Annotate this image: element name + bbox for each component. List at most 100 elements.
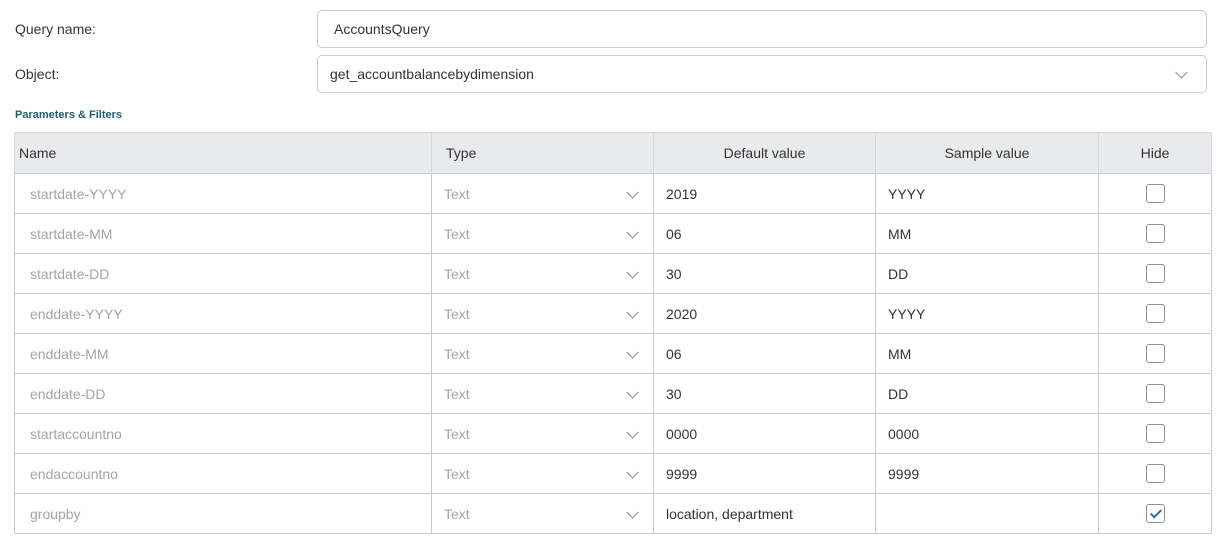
hide-cell bbox=[1098, 413, 1212, 454]
param-name-cell[interactable]: groupby bbox=[14, 493, 432, 534]
default-value-input[interactable]: 9999 bbox=[653, 453, 876, 494]
object-select[interactable]: get_accountbalancebydimension bbox=[317, 55, 1207, 93]
param-name-cell[interactable]: enddate-YYYY bbox=[14, 293, 432, 334]
param-name-cell[interactable]: enddate-MM bbox=[14, 333, 432, 374]
hide-checkbox[interactable] bbox=[1145, 224, 1165, 243]
default-value-input[interactable]: 30 bbox=[653, 373, 876, 414]
column-header-name: Name bbox=[14, 132, 432, 174]
param-name: startaccountno bbox=[30, 425, 122, 442]
sample-value: DD bbox=[888, 265, 909, 282]
object-select-value: get_accountbalancebydimension bbox=[330, 66, 534, 82]
param-name: startdate-MM bbox=[30, 225, 113, 242]
param-name: groupby bbox=[30, 505, 81, 522]
chevron-down-icon[interactable] bbox=[626, 265, 639, 279]
hide-checkbox[interactable] bbox=[1145, 504, 1165, 523]
column-header-hide: Hide bbox=[1098, 132, 1212, 174]
param-name: enddate-YYYY bbox=[30, 305, 123, 322]
chevron-down-icon[interactable] bbox=[626, 505, 639, 519]
param-type-value: Text bbox=[444, 465, 470, 482]
sample-value: DD bbox=[888, 385, 909, 402]
hide-cell bbox=[1098, 333, 1212, 374]
param-name-cell[interactable]: startdate-DD bbox=[14, 253, 432, 294]
param-type-select[interactable]: Text bbox=[431, 413, 654, 454]
param-type-value: Text bbox=[444, 225, 470, 242]
default-value-input[interactable]: 30 bbox=[653, 253, 876, 294]
param-type-select[interactable]: Text bbox=[431, 493, 654, 534]
hide-cell bbox=[1098, 213, 1212, 254]
param-name: startdate-YYYY bbox=[30, 185, 127, 202]
sample-value-input[interactable] bbox=[875, 493, 1099, 534]
table-row: enddate-MM Text 06 MM bbox=[14, 333, 1212, 374]
table-row: startaccountno Text 0000 0000 bbox=[14, 413, 1212, 454]
hide-cell bbox=[1098, 493, 1212, 534]
query-name-input[interactable] bbox=[318, 11, 1206, 47]
param-type-select[interactable]: Text bbox=[431, 373, 654, 414]
hide-cell bbox=[1098, 373, 1212, 414]
default-value-input[interactable]: 0000 bbox=[653, 413, 876, 454]
param-type-select[interactable]: Text bbox=[431, 213, 654, 254]
table-body: startdate-YYYY Text 2019 YYYY startdate-MM Te… bbox=[14, 173, 1212, 534]
default-value-input[interactable]: location, department bbox=[653, 493, 876, 534]
sample-value-input[interactable]: 0000 bbox=[875, 413, 1099, 454]
sample-value-input[interactable]: DD bbox=[875, 253, 1099, 294]
param-name: enddate-MM bbox=[30, 345, 109, 362]
hide-checkbox[interactable] bbox=[1145, 384, 1165, 403]
default-value-input[interactable]: 06 bbox=[653, 333, 876, 374]
hide-checkbox[interactable] bbox=[1145, 184, 1165, 203]
chevron-down-icon[interactable] bbox=[626, 305, 639, 319]
default-value-input[interactable]: 2020 bbox=[653, 293, 876, 334]
chevron-down-icon[interactable] bbox=[626, 425, 639, 439]
param-type-select[interactable]: Text bbox=[431, 173, 654, 214]
param-name-cell[interactable]: startdate-MM bbox=[14, 213, 432, 254]
query-name-label: Query name: bbox=[15, 21, 96, 37]
param-type-select[interactable]: Text bbox=[431, 333, 654, 374]
table-row: startdate-DD Text 30 DD bbox=[14, 253, 1212, 294]
default-value: 2020 bbox=[666, 305, 698, 322]
sample-value-input[interactable]: MM bbox=[875, 213, 1099, 254]
param-type-value: Text bbox=[444, 185, 470, 202]
table-row: startdate-YYYY Text 2019 YYYY bbox=[14, 173, 1212, 214]
table-row: startdate-MM Text 06 MM bbox=[14, 213, 1212, 254]
default-value-input[interactable]: 2019 bbox=[653, 173, 876, 214]
param-name-cell[interactable]: startdate-YYYY bbox=[14, 173, 432, 214]
param-type-value: Text bbox=[444, 385, 470, 402]
sample-value-input[interactable]: DD bbox=[875, 373, 1099, 414]
hide-cell bbox=[1098, 453, 1212, 494]
default-value: 9999 bbox=[666, 465, 698, 482]
sample-value: YYYY bbox=[888, 185, 926, 202]
chevron-down-icon[interactable] bbox=[626, 465, 639, 479]
chevron-down-icon[interactable] bbox=[626, 345, 639, 359]
chevron-down-icon[interactable] bbox=[626, 185, 639, 199]
sample-value-input[interactable]: MM bbox=[875, 333, 1099, 374]
param-name-cell[interactable]: endaccountno bbox=[14, 453, 432, 494]
hide-checkbox[interactable] bbox=[1145, 304, 1165, 323]
parameters-table: Name Type Default value Sample value Hid… bbox=[14, 132, 1212, 534]
hide-checkbox[interactable] bbox=[1145, 344, 1165, 363]
param-name: enddate-DD bbox=[30, 385, 106, 402]
param-type-select[interactable]: Text bbox=[431, 293, 654, 334]
hide-checkbox[interactable] bbox=[1145, 424, 1165, 443]
sample-value: MM bbox=[888, 345, 912, 362]
default-value-input[interactable]: 06 bbox=[653, 213, 876, 254]
sample-value-input[interactable]: 9999 bbox=[875, 453, 1099, 494]
table-row: endaccountno Text 9999 9999 bbox=[14, 453, 1212, 494]
param-name-cell[interactable]: startaccountno bbox=[14, 413, 432, 454]
param-type-value: Text bbox=[444, 265, 470, 282]
chevron-down-icon[interactable] bbox=[626, 385, 639, 399]
hide-checkbox[interactable] bbox=[1145, 264, 1165, 283]
param-name-cell[interactable]: enddate-DD bbox=[14, 373, 432, 414]
param-type-select[interactable]: Text bbox=[431, 453, 654, 494]
hide-cell bbox=[1098, 173, 1212, 214]
chevron-down-icon[interactable] bbox=[626, 225, 639, 239]
sample-value-input[interactable]: YYYY bbox=[875, 173, 1099, 214]
table-row: enddate-YYYY Text 2020 YYYY bbox=[14, 293, 1212, 334]
query-name-field[interactable] bbox=[317, 10, 1207, 48]
hide-checkbox[interactable] bbox=[1145, 464, 1165, 483]
sample-value: MM bbox=[888, 225, 912, 242]
table-header-row: Name Type Default value Sample value Hid… bbox=[14, 132, 1212, 174]
sample-value: 0000 bbox=[888, 425, 920, 442]
param-name: endaccountno bbox=[30, 465, 118, 482]
param-type-value: Text bbox=[444, 305, 470, 322]
param-type-select[interactable]: Text bbox=[431, 253, 654, 294]
sample-value-input[interactable]: YYYY bbox=[875, 293, 1099, 334]
